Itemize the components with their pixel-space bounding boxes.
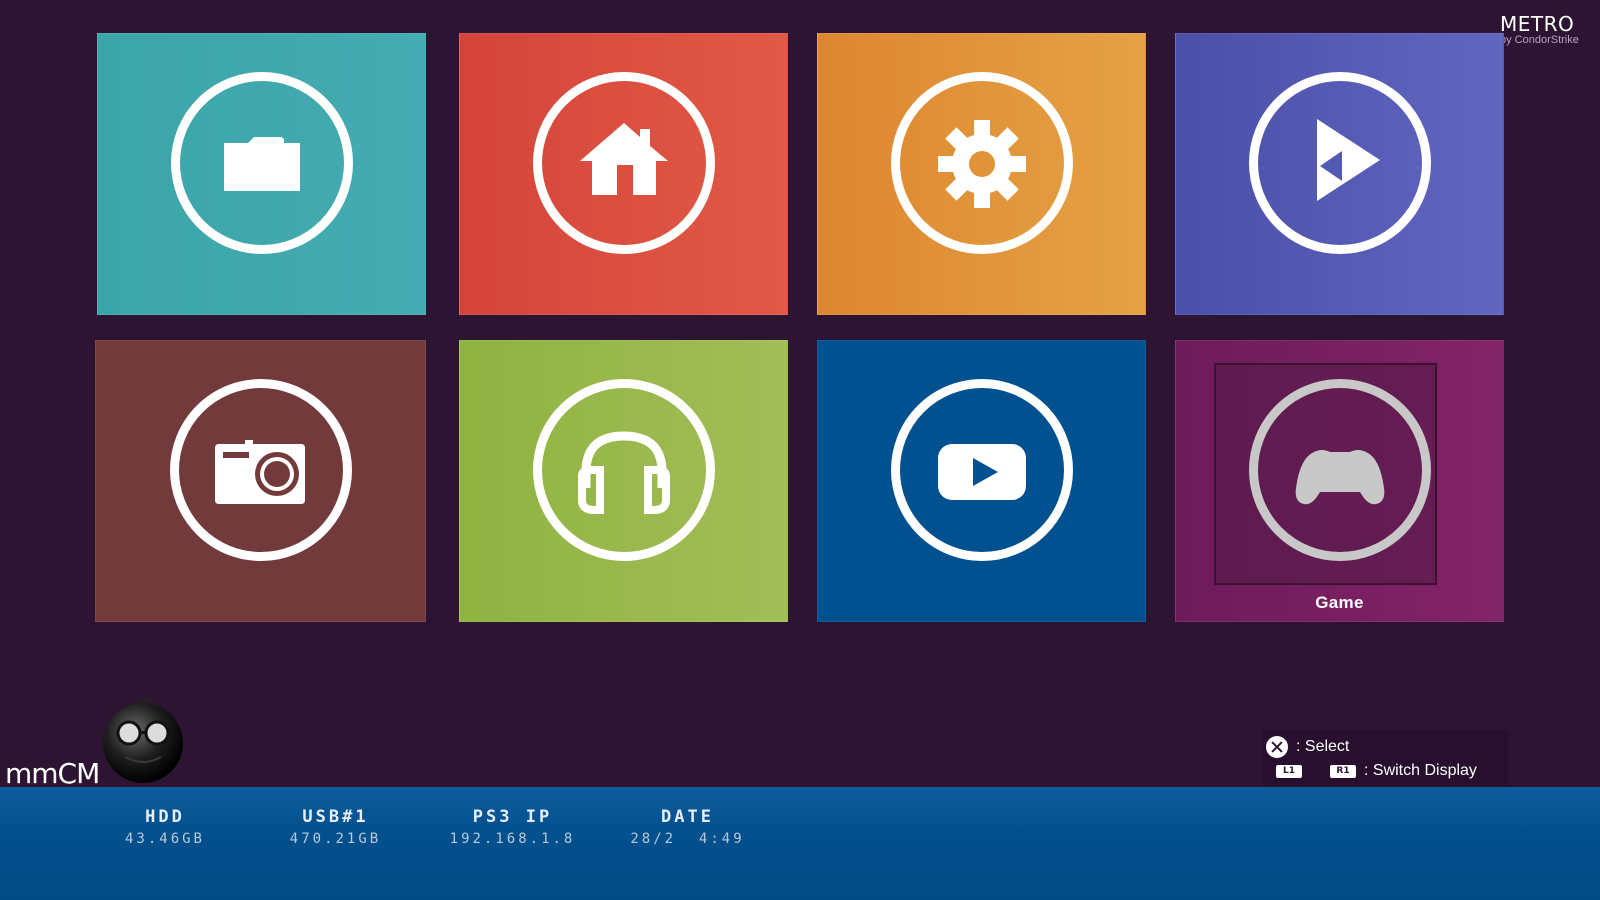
stat-usb: USB#1 470.21GB — [278, 807, 393, 847]
r1-button-icon: R1 — [1330, 764, 1356, 778]
help-switch-label: : Switch Display — [1364, 762, 1477, 779]
help-switch-row: L1 R1 : Switch Display — [1276, 762, 1477, 780]
tile-home[interactable] — [459, 33, 788, 315]
stat-hdd-value: 43.46GB — [124, 831, 205, 847]
stat-hdd: HDD 43.46GB — [110, 807, 220, 847]
tile-music[interactable] — [459, 340, 788, 622]
stat-date-label: DATE — [661, 807, 714, 827]
stat-usb-label: USB#1 — [302, 807, 369, 827]
l1-button-icon: L1 — [1276, 764, 1302, 778]
gamepad-icon — [1295, 450, 1384, 505]
controls-help: : Select L1 R1 : Switch Display — [1262, 730, 1508, 786]
tile-game[interactable]: Game — [1175, 340, 1504, 622]
tile-youtube[interactable] — [817, 340, 1146, 622]
tile-settings[interactable] — [817, 33, 1146, 315]
tile-photo[interactable] — [95, 340, 426, 622]
stat-date-value: 28/2 4:49 — [630, 831, 745, 847]
stat-ip-label: PS3 IP — [472, 807, 553, 827]
camera-icon — [214, 440, 305, 504]
home-icon — [579, 123, 668, 195]
stat-ip: PS3 IP 192.168.1.8 — [440, 807, 585, 847]
gear-icon — [937, 120, 1026, 208]
app-name: mmCM — [5, 757, 100, 790]
stat-date: DATE 28/2 4:49 — [625, 807, 750, 847]
brand-logo: METRO by CondorStrike — [1500, 14, 1600, 46]
stat-ip-value: 192.168.1.8 — [449, 831, 576, 847]
status-bar: HDD 43.46GB USB#1 470.21GB PS3 IP 192.16… — [0, 787, 1600, 900]
tile-files[interactable] — [97, 33, 426, 315]
app-screen: METRO by CondorStrike Game mmCM: Select… — [0, 0, 1600, 900]
folder-icon — [223, 137, 300, 191]
tile-video[interactable] — [1175, 33, 1504, 315]
tile-game-label: Game — [1315, 593, 1364, 612]
cross-button-icon — [1266, 736, 1288, 758]
help-select-row: : Select — [1266, 736, 1349, 758]
brand-subtitle: by CondorStrike — [1500, 34, 1579, 46]
headphones-icon — [577, 431, 670, 514]
brand-title: METRO — [1500, 12, 1575, 36]
help-select-label: : Select — [1296, 738, 1350, 755]
stat-hdd-label: HDD — [145, 807, 185, 827]
play-triangle-icon — [1316, 119, 1380, 201]
mascot-avatar — [103, 697, 183, 783]
youtube-icon — [937, 444, 1026, 500]
stat-usb-value: 470.21GB — [289, 831, 382, 847]
